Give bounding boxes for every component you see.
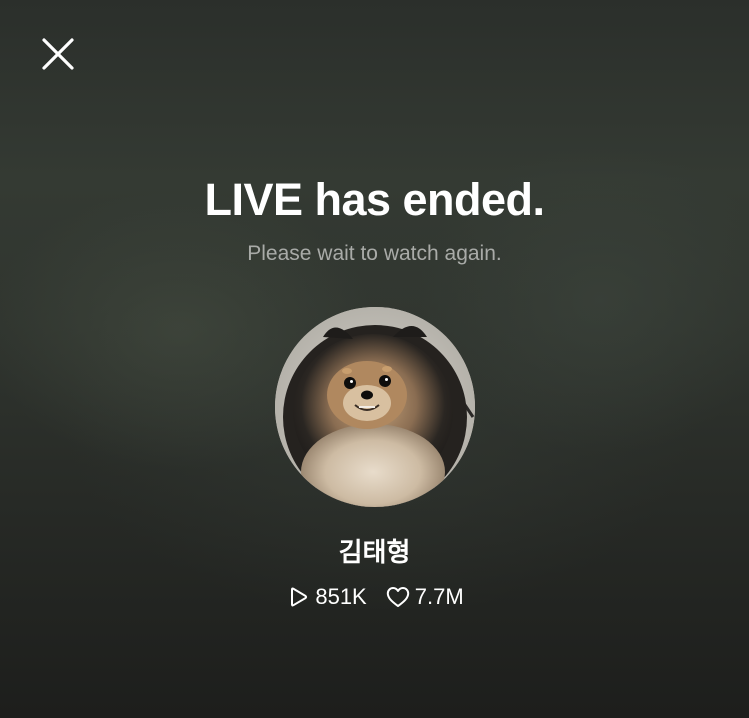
plays-stat: 851K	[285, 582, 367, 612]
heart-icon	[385, 584, 411, 610]
close-icon	[42, 38, 74, 70]
likes-count: 7.7M	[414, 584, 464, 609]
page-subtitle: Please wait to watch again.	[247, 242, 502, 265]
play-icon	[285, 584, 311, 610]
profile-name: 김태형	[338, 537, 411, 567]
avatar[interactable]	[275, 307, 475, 507]
plays-count: 851K	[315, 584, 367, 609]
live-ended-screen: LIVE has ended. Please wait to watch aga…	[0, 0, 749, 718]
stats-row: 851K 7.7M	[0, 582, 749, 612]
likes-stat: 7.7M	[385, 582, 464, 612]
close-button[interactable]	[36, 32, 80, 76]
pomeranian-dog-photo	[275, 307, 475, 507]
page-title: LIVE has ended.	[204, 174, 545, 225]
